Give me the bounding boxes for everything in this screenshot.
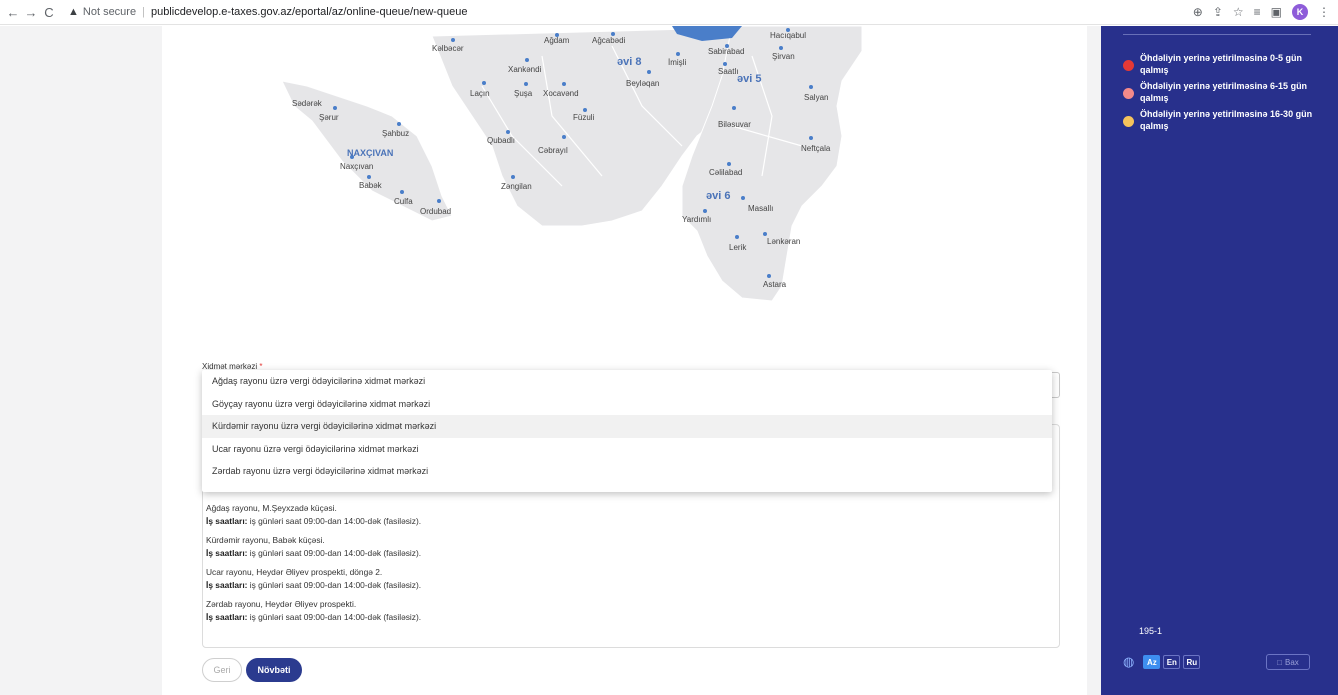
svg-text:İmişli: İmişli bbox=[668, 58, 686, 67]
svg-text:Culfa: Culfa bbox=[394, 197, 413, 206]
svg-text:Şirvan: Şirvan bbox=[772, 52, 795, 61]
svg-text:Naxçıvan: Naxçıvan bbox=[340, 162, 373, 171]
svg-text:Ağdam: Ağdam bbox=[544, 36, 570, 45]
map-zone-label: NAXÇIVAN bbox=[347, 148, 393, 158]
next-button[interactable]: Növbəti bbox=[246, 658, 302, 682]
address-entry: Ağdaş rayonu, M.Şeyxzadə küçəsi. İş saat… bbox=[206, 503, 422, 526]
dropdown-option[interactable]: Zərdab rayonu üzrə vergi ödəyicilərinə x… bbox=[202, 460, 1052, 483]
lang-button-az[interactable]: Az bbox=[1143, 655, 1161, 669]
svg-text:Biləsuvar: Biləsuvar bbox=[718, 120, 751, 129]
svg-text:Xocavənd: Xocavənd bbox=[543, 89, 579, 98]
svg-text:Cəlilabad: Cəlilabad bbox=[709, 168, 742, 177]
share-icon[interactable]: ⇪ bbox=[1213, 5, 1223, 19]
deadline-legend: Öhdəliyin yerinə yetirilməsinə 0-5 gün q… bbox=[1123, 52, 1323, 136]
svg-text:Sabirabad: Sabirabad bbox=[708, 47, 744, 56]
svg-text:Kəlbəcər: Kəlbəcər bbox=[432, 44, 464, 53]
svg-text:Şahbuz: Şahbuz bbox=[382, 129, 409, 138]
svg-text:Laçın: Laçın bbox=[470, 89, 490, 98]
dropdown-option[interactable]: Kürdəmir rayonu üzrə vergi ödəyicilərinə… bbox=[202, 415, 1052, 438]
dropdown-option[interactable]: Ağdaş rayonu üzrə vergi ödəyicilərinə xi… bbox=[202, 370, 1052, 393]
security-status[interactable]: Not secure bbox=[83, 6, 136, 18]
bookmark-star-icon[interactable]: ☆ bbox=[1233, 5, 1244, 19]
reload-icon[interactable]: C bbox=[40, 5, 58, 20]
warning-icon[interactable]: ▲ bbox=[68, 6, 79, 18]
svg-text:Cəbrayıl: Cəbrayıl bbox=[538, 146, 568, 155]
legend-item: Öhdəliyin yerinə yetirilməsinə 6-15 gün … bbox=[1123, 80, 1323, 104]
browser-toolbar: ← → C ▲ Not secure | publicdevelop.e-tax… bbox=[0, 0, 1338, 25]
back-button[interactable]: Geri bbox=[202, 658, 242, 682]
svg-text:Beyləqan: Beyləqan bbox=[626, 79, 659, 88]
legend-dot-icon bbox=[1123, 60, 1134, 71]
side-panel-icon[interactable]: ▣ bbox=[1271, 5, 1282, 19]
back-arrow-icon[interactable]: ← bbox=[4, 5, 22, 20]
svg-text:Astara: Astara bbox=[763, 280, 787, 289]
svg-text:Xankəndi: Xankəndi bbox=[508, 65, 542, 74]
svg-text:Yardımlı: Yardımlı bbox=[682, 215, 711, 224]
legend-item: Öhdəliyin yerinə yetirilməsinə 0-5 gün q… bbox=[1123, 52, 1323, 76]
address-entry: Ucar rayonu, Heydər Əliyev prospekti, dö… bbox=[206, 567, 422, 590]
right-sidebar: Öhdəliyin yerinə yetirilməsinə 0-5 gün q… bbox=[1101, 26, 1338, 695]
svg-text:Salyan: Salyan bbox=[804, 93, 828, 102]
main-content: əvi 8 əvi 5 əvi 6 NAXÇIVAN Kəlbəcər Ağda… bbox=[162, 26, 1087, 695]
sidebar-bottom-button[interactable]: □ Bax bbox=[1266, 654, 1310, 670]
dropdown-option[interactable]: Ucar rayonu üzrə vergi ödəyicilərinə xid… bbox=[202, 438, 1052, 461]
square-icon: □ bbox=[1277, 657, 1283, 667]
svg-text:Ordubad: Ordubad bbox=[420, 207, 451, 216]
browser-actions: ⊕ ⇪ ☆ ≡ ▣ K ⋮ bbox=[1193, 4, 1330, 20]
service-center-dropdown: Ağdaş rayonu üzrə vergi ödəyicilərinə xi… bbox=[202, 370, 1052, 492]
reading-list-icon[interactable]: ≡ bbox=[1254, 5, 1261, 19]
svg-text:Lənkəran: Lənkəran bbox=[767, 237, 800, 246]
language-switcher: ◍ Az En Ru bbox=[1123, 654, 1201, 670]
zoom-icon[interactable]: ⊕ bbox=[1193, 5, 1203, 19]
profile-avatar[interactable]: K bbox=[1292, 4, 1308, 20]
address-bar[interactable]: publicdevelop.e-taxes.gov.az/eportal/az/… bbox=[151, 6, 468, 18]
svg-text:Sədərək: Sədərək bbox=[292, 99, 323, 108]
svg-text:Lerik: Lerik bbox=[729, 243, 747, 252]
dropdown-option[interactable]: Göyçay rayonu üzrə vergi ödəyicilərinə x… bbox=[202, 393, 1052, 416]
service-center-addresses: Ağdaş rayonu, M.Şeyxzadə küçəsi. İş saat… bbox=[206, 502, 1046, 630]
forward-arrow-icon[interactable]: → bbox=[22, 5, 40, 20]
map-zone-label: əvi 8 bbox=[617, 56, 641, 68]
address-entry: Zərdab rayonu, Heydər Əliyev prospekti. … bbox=[206, 599, 422, 622]
svg-text:Qubadlı: Qubadlı bbox=[487, 136, 515, 145]
lang-button-ru[interactable]: Ru bbox=[1183, 655, 1201, 669]
svg-text:Şərur: Şərur bbox=[319, 113, 339, 122]
legend-dot-icon bbox=[1123, 116, 1134, 127]
address-entry: Kürdəmir rayonu, Babək küçəsi. İş saatla… bbox=[206, 535, 422, 558]
globe-icon: ◍ bbox=[1123, 654, 1135, 669]
svg-text:Şuşa: Şuşa bbox=[514, 89, 533, 98]
svg-text:Zəngilan: Zəngilan bbox=[501, 182, 532, 191]
azerbaijan-map: əvi 8 əvi 5 əvi 6 NAXÇIVAN Kəlbəcər Ağda… bbox=[282, 26, 863, 302]
legend-dot-icon bbox=[1123, 88, 1134, 99]
browser-menu-icon[interactable]: ⋮ bbox=[1318, 5, 1330, 19]
svg-text:Masallı: Masallı bbox=[748, 204, 773, 213]
sidebar-divider bbox=[1123, 34, 1311, 35]
svg-text:Ağcabədi: Ağcabədi bbox=[592, 36, 626, 45]
url-separator: | bbox=[142, 6, 145, 18]
svg-text:Füzuli: Füzuli bbox=[573, 113, 595, 122]
map-zone-label: əvi 6 bbox=[706, 190, 730, 202]
svg-text:Hacıqabul: Hacıqabul bbox=[770, 31, 806, 40]
svg-text:Neftçala: Neftçala bbox=[801, 144, 831, 153]
sidebar-code: 195-1 bbox=[1139, 626, 1163, 636]
svg-text:Babək: Babək bbox=[359, 181, 383, 190]
legend-item: Öhdəliyin yerinə yetirilməsinə 16-30 gün… bbox=[1123, 108, 1323, 132]
svg-text:Saatlı: Saatlı bbox=[718, 67, 738, 76]
map-zone-label: əvi 5 bbox=[737, 73, 761, 85]
lang-button-en[interactable]: En bbox=[1163, 655, 1181, 669]
